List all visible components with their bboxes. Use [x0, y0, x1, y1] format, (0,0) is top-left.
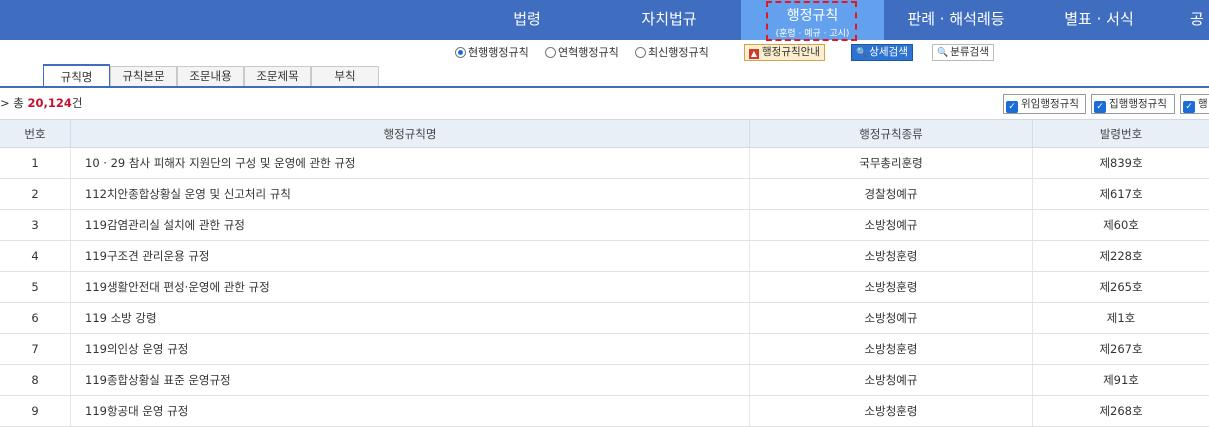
search-icon: 🔍 [856, 48, 868, 58]
result-count-number: 20,124 [27, 96, 72, 110]
tab-rule-name[interactable]: 규칙명 [43, 64, 110, 88]
row-rule-type: 경찰청예규 [750, 179, 1033, 209]
checkbox-checked-icon: ✓ [1183, 101, 1195, 113]
table-row[interactable]: 3 119감염관리실 설치에 관한 규정 소방청예규 제60호 [0, 210, 1209, 241]
table-row[interactable]: 6 119 소방 강령 소방청예규 제1호 [0, 303, 1209, 334]
checkbox-checked-icon: ✓ [1006, 101, 1018, 113]
filter-delegated-checkbox[interactable]: ✓ 위임행정규칙 [1003, 94, 1086, 114]
tab-rule-body[interactable]: 규칙본문 [110, 66, 177, 86]
result-count: > 총 20,124건 [0, 95, 83, 111]
radio-current[interactable]: 현행행정규칙 [455, 44, 529, 60]
result-count-suffix: 건 [71, 96, 83, 110]
radio-label-current: 현행행정규칙 [468, 46, 529, 59]
filter-delegated-label: 위임행정규칙 [1021, 98, 1079, 110]
row-issue-number: 제268호 [1099, 404, 1143, 418]
pdf-icon: ▲ [749, 49, 759, 59]
column-header-number[interactable]: 번호 [0, 120, 71, 147]
tab-supplementary[interactable]: 부칙 [311, 66, 379, 86]
detail-search-button[interactable]: 🔍 상세검색 [851, 44, 913, 61]
row-rule-name-link[interactable]: 119구조견 관리운용 규정 [71, 241, 750, 271]
row-rule-type: 소방청훈령 [750, 241, 1033, 271]
row-rule-name-link[interactable]: 119감염관리실 설치에 관한 규정 [71, 210, 750, 240]
nav-item-precedents[interactable]: 판례 · 해석례등 [897, 0, 1015, 40]
row-number: 1 [0, 148, 71, 178]
filter-executive-label: 집행행정규칙 [1109, 98, 1167, 110]
radio-button[interactable] [635, 47, 646, 58]
radio-history[interactable]: 연혁행정규칙 [545, 44, 619, 60]
tab-article-content[interactable]: 조문내용 [177, 66, 244, 86]
row-rule-name-link[interactable]: 119항공대 운영 규정 [71, 396, 750, 426]
checkbox-checked-icon: ✓ [1094, 101, 1106, 113]
filter-more-label: 행 [1198, 98, 1208, 110]
row-rule-type: 소방청예규 [750, 365, 1033, 395]
row-rule-type: 국무총리훈령 [750, 148, 1033, 178]
row-issue-number: 제91호 [1103, 373, 1139, 387]
row-number: 3 [0, 210, 71, 240]
row-rule-type: 소방청훈령 [750, 334, 1033, 364]
row-number: 8 [0, 365, 71, 395]
nav-item-local-law[interactable]: 자치법규 [628, 0, 710, 40]
table-row[interactable]: 7 119의인상 운영 규정 소방청훈령 제267호 [0, 334, 1209, 365]
row-rule-name-link[interactable]: 112치안종합상황실 운영 및 신고처리 규칙 [71, 179, 750, 209]
row-rule-name-link[interactable]: 119의인상 운영 규정 [71, 334, 750, 364]
tab-divider [0, 86, 1209, 88]
row-rule-name-link[interactable]: 119종합상황실 표준 운영규정 [71, 365, 750, 395]
row-number: 9 [0, 396, 71, 426]
detail-search-label: 상세검색 [869, 46, 908, 58]
table-row[interactable]: 5 119생활안전대 편성·운영에 관한 규정 소방청훈령 제265호 [0, 272, 1209, 303]
filter-executive-checkbox[interactable]: ✓ 집행행정규칙 [1091, 94, 1175, 114]
row-number: 6 [0, 303, 71, 333]
column-header-rule-type[interactable]: 행정규칙종류 [750, 120, 1033, 147]
filter-more-checkbox[interactable]: ✓ 행 [1180, 94, 1209, 114]
nav-item-more[interactable]: 공 [1190, 0, 1209, 40]
radio-latest[interactable]: 최신행정규칙 [635, 44, 709, 60]
row-issue-number: 제839호 [1099, 156, 1143, 170]
radio-button[interactable] [545, 47, 556, 58]
top-navigation: 법령 자치법규 행정규칙 (훈령 · 예규 · 고시) 판례 · 해석례등 별표… [0, 0, 1209, 40]
guide-button-label: 행정규칙안내 [762, 46, 820, 58]
column-header-issue-number[interactable]: 발령번호 [1033, 120, 1209, 147]
row-rule-type: 소방청훈령 [750, 272, 1033, 302]
row-rule-type: 소방청훈령 [750, 396, 1033, 426]
radio-button-selected[interactable] [455, 47, 466, 58]
row-issue-number: 제617호 [1099, 187, 1143, 201]
nav-item-law[interactable]: 법령 [497, 0, 557, 40]
result-count-prefix: > 총 [0, 96, 28, 110]
row-number: 5 [0, 272, 71, 302]
row-issue-number: 제60호 [1103, 218, 1139, 232]
row-number: 2 [0, 179, 71, 209]
table-row[interactable]: 4 119구조견 관리운용 규정 소방청훈령 제228호 [0, 241, 1209, 272]
row-number: 7 [0, 334, 71, 364]
row-number: 4 [0, 241, 71, 271]
admin-rule-guide-button[interactable]: ▲ 행정규칙안내 [744, 44, 825, 61]
row-rule-name-link[interactable]: 119 소방 강령 [71, 303, 750, 333]
table-row[interactable]: 1 10 · 29 참사 피해자 지원단의 구성 및 운영에 관한 규정 국무총… [0, 148, 1209, 179]
radio-label-latest: 최신행정규칙 [648, 46, 709, 59]
table-header: 번호 행정규칙명 행정규칙종류 발령번호 [0, 119, 1209, 148]
magnifier-icon: 🔍 [937, 48, 949, 58]
tab-article-title[interactable]: 조문제목 [244, 66, 311, 86]
table-row[interactable]: 2 112치안종합상황실 운영 및 신고처리 규칙 경찰청예규 제617호 [0, 179, 1209, 210]
column-header-rule-name[interactable]: 행정규칙명 [71, 120, 750, 147]
category-search-button[interactable]: 🔍 분류검색 [932, 44, 994, 61]
radio-label-history: 연혁행정규칙 [558, 46, 619, 59]
nav-item-appendix-forms[interactable]: 별표 · 서식 [1056, 0, 1142, 40]
row-rule-type: 소방청예규 [750, 210, 1033, 240]
row-issue-number: 제267호 [1099, 342, 1143, 356]
table-row[interactable]: 9 119항공대 운영 규정 소방청훈령 제268호 [0, 396, 1209, 427]
row-rule-type: 소방청예규 [750, 303, 1033, 333]
row-rule-name-link[interactable]: 119생활안전대 편성·운영에 관한 규정 [71, 272, 750, 302]
highlight-box [766, 1, 857, 41]
row-issue-number: 제228호 [1099, 249, 1143, 263]
row-issue-number: 제1호 [1106, 311, 1136, 325]
category-search-label: 분류검색 [950, 46, 989, 58]
row-rule-name-link[interactable]: 10 · 29 참사 피해자 지원단의 구성 및 운영에 관한 규정 [71, 148, 750, 178]
row-issue-number: 제265호 [1099, 280, 1143, 294]
table-row[interactable]: 8 119종합상황실 표준 운영규정 소방청예규 제91호 [0, 365, 1209, 396]
